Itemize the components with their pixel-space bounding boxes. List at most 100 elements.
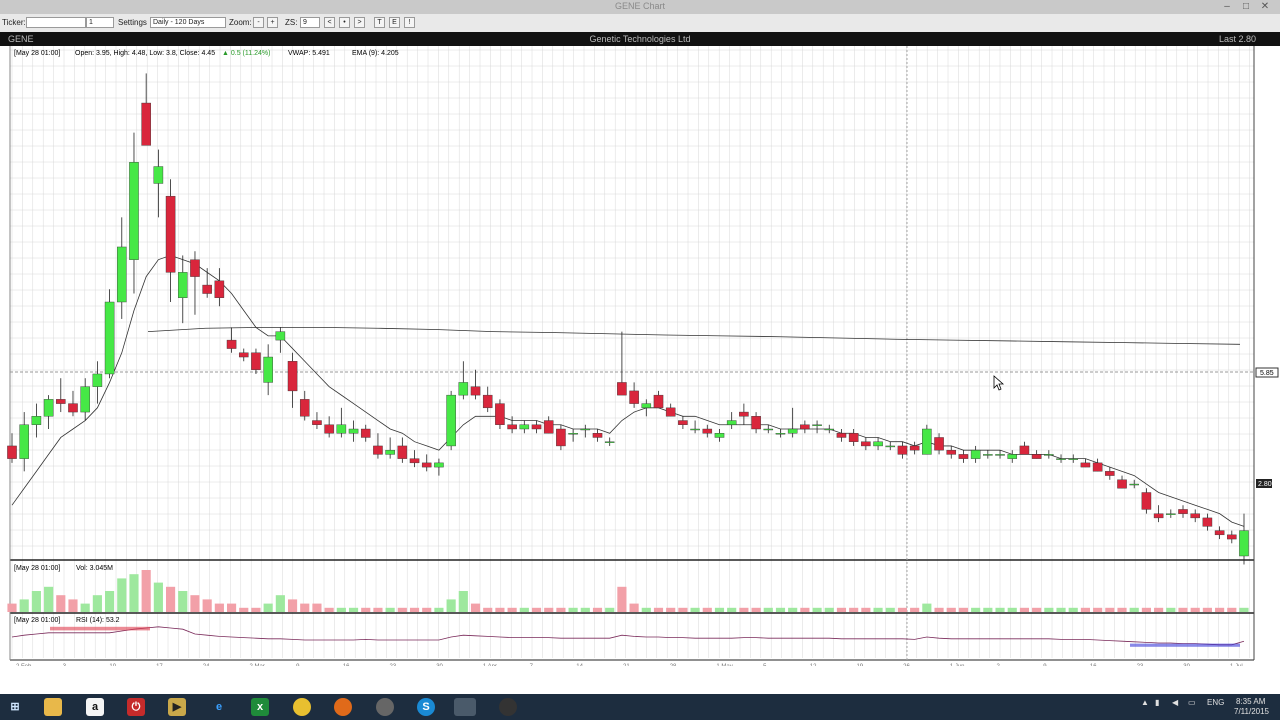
candle-body [190,259,200,277]
candle-body [787,428,798,434]
volume-bar [214,603,224,612]
language-indicator[interactable]: ENG [1207,698,1224,707]
candle-body [1239,530,1249,557]
settings-select[interactable]: Daily - 120 Days [150,17,226,28]
volume-bar [617,586,627,612]
ticker-count-select[interactable]: 1 [86,17,114,28]
x-tick-label: 1 May [716,664,732,666]
volume-bar [434,607,444,612]
candle-body [751,416,761,430]
candle-body [1129,483,1139,486]
volume-bar [409,607,420,612]
tool-alert-button[interactable]: ! [404,17,415,28]
candle-body [568,433,578,435]
active-app-icon[interactable] [454,698,476,716]
candle-body [556,428,566,447]
x-tick-label: 12 [810,664,817,666]
nav-next-button[interactable]: > [354,17,365,28]
candle-body [421,462,432,468]
x-tick-label: 23 [1137,664,1144,666]
start-windows-icon[interactable]: ⊞ [6,698,24,716]
skype-icon[interactable]: S [417,698,435,716]
x-tick-label: 1 Apr [483,664,497,666]
volume-bar [995,607,1005,612]
firefox-icon[interactable] [334,698,352,716]
maximize-button[interactable]: □ [1237,0,1255,13]
candle-body [714,433,725,438]
tool-t-button[interactable]: T [374,17,385,28]
candle-body [495,403,505,425]
zs-input[interactable]: 9 [300,17,320,28]
x-tick-label: 2 Mar [249,664,264,666]
candle-body [68,403,78,413]
nav-current-button[interactable]: • [339,17,350,28]
amazon-icon[interactable]: a [86,698,104,716]
tray-battery-icon[interactable]: ▭ [1188,698,1196,707]
candle-body [678,420,688,425]
candle-body [385,449,395,455]
candle-body [1117,479,1127,489]
tool-e-button[interactable]: E [389,17,400,28]
candle-body [360,428,371,438]
candle-body [336,424,347,434]
candle-body [1227,534,1237,540]
volume-bar [1190,607,1200,612]
volume-bar [1239,607,1249,612]
tray-volume-icon[interactable]: ◀ [1172,698,1178,707]
nav-prev-button[interactable]: < [324,17,335,28]
candle-body [812,424,822,426]
x-tick-label: 19 [856,664,863,666]
candle-body [848,433,859,442]
minimize-button[interactable]: – [1218,0,1236,13]
volume-bar [836,607,847,612]
volume-bar [690,607,700,612]
volume-bar [544,607,554,612]
internet-explorer-icon[interactable]: e [210,698,228,716]
candle-body [861,441,871,447]
zoom-out-button[interactable]: - [253,17,264,28]
app-icon[interactable] [376,698,394,716]
tray-network-icon[interactable]: ▮ [1155,698,1159,707]
volume-bar [922,603,932,612]
volume-date: [May 28 01:00] [14,565,60,572]
volume-bar [300,603,310,612]
clock-time[interactable]: 8:35 AM [1236,697,1265,706]
x-tick-label: 16 [343,664,350,666]
volume-bar [166,586,176,612]
file-explorer-icon[interactable] [44,698,62,716]
tray-flag-icon[interactable]: ▲ [1141,698,1149,707]
media-icon[interactable]: ▶ [168,698,186,716]
x-tick-label: 28 [670,664,677,666]
candle-body [92,373,103,387]
volume-bar [946,607,956,612]
candle-body [397,445,408,459]
volume-bar [263,603,273,612]
price-date: [May 28 01:00] [14,50,60,57]
ticker-input[interactable] [26,17,86,28]
candle-body [312,420,322,425]
chart-area[interactable]: 2 Feb31017242 Mar91623301 Apr71421281 Ma… [0,46,1280,666]
volume-bar [1154,607,1164,612]
chrome-icon[interactable] [293,698,311,716]
zoom-in-button[interactable]: + [267,17,278,28]
candle-body [165,195,176,273]
candle-body [873,441,883,447]
candle-body [690,428,700,431]
volume-bar [714,607,725,612]
power-icon[interactable]: ⏻ [127,698,145,716]
volume-bar [1044,607,1054,612]
candle-body [1190,513,1200,519]
clock-date[interactable]: 7/11/2015 [1234,707,1269,716]
volume-bar [873,607,883,612]
volume-bar [910,607,920,612]
candle-body [1007,454,1018,459]
spreadsheet-icon[interactable]: x [251,698,269,716]
candle-body [373,445,383,455]
candle-body [617,382,627,396]
obs-icon[interactable] [499,698,517,716]
close-button[interactable]: ✕ [1256,0,1274,13]
candle-body [531,424,542,430]
volume-bar [446,599,456,612]
volume-bar [129,574,139,612]
x-tick-label: 16 [1090,664,1097,666]
